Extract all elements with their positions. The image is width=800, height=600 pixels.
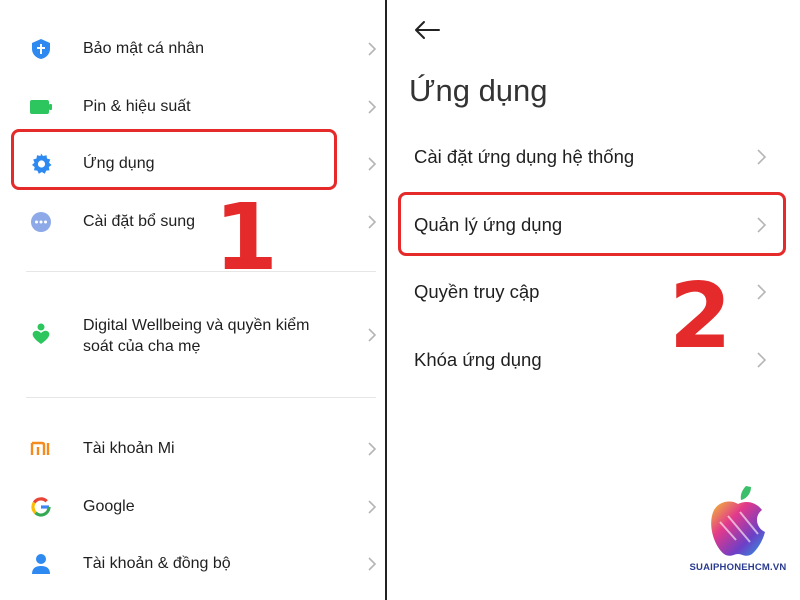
wellbeing-icon — [32, 323, 50, 344]
apps-item-label: Cài đặt ứng dụng hệ thống — [414, 146, 635, 167]
battery-icon — [30, 100, 52, 114]
apps-item-app-lock[interactable]: Khóa ứng dụng — [387, 338, 800, 382]
apps-item-permissions[interactable]: Quyền truy cập — [387, 270, 800, 314]
page-title: Ứng dụng — [409, 73, 548, 108]
chevron-right-icon — [368, 100, 377, 114]
settings-item-battery[interactable]: Pin & hiệu suất — [0, 95, 385, 119]
settings-item-accounts-sync[interactable]: Tài khoản & đồng bộ — [0, 552, 385, 576]
chevron-right-icon — [368, 42, 377, 56]
more-icon — [31, 212, 51, 232]
chevron-right-icon — [757, 284, 767, 300]
settings-item-privacy[interactable]: Bảo mật cá nhân — [0, 37, 385, 61]
settings-item-label: Tài khoản & đồng bộ — [83, 555, 231, 572]
wellbeing-label-line1: Digital Wellbeing và quyền kiểm — [83, 317, 310, 334]
chevron-right-icon — [368, 557, 377, 571]
apps-item-label: Quyền truy cập — [414, 281, 540, 302]
apple-logo-icon — [711, 486, 765, 556]
settings-item-additional[interactable]: Cài đặt bổ sung — [0, 210, 385, 234]
watermark-text: SUAIPHONEHCM.VN — [689, 562, 787, 573]
settings-item-label: Tài khoản Mi — [83, 440, 175, 457]
wellbeing-label-line2: soát của cha mẹ — [83, 338, 201, 355]
chevron-right-icon — [368, 328, 377, 342]
google-logo-icon — [31, 497, 51, 517]
settings-item-label: Cài đặt bổ sung — [83, 213, 196, 230]
chevron-right-icon — [757, 149, 767, 165]
step-1-number: 1 — [214, 184, 279, 291]
settings-item-digital-wellbeing[interactable]: Digital Wellbeing và quyền kiểm soát của… — [0, 313, 385, 357]
settings-item-mi-account[interactable]: Tài khoản Mi — [0, 437, 385, 461]
settings-item-label: Bảo mật cá nhân — [83, 40, 204, 57]
chevron-right-icon — [368, 442, 377, 456]
back-arrow-icon[interactable] — [414, 20, 440, 40]
settings-item-label: Google — [83, 498, 135, 515]
section-divider — [26, 397, 376, 398]
step-2-number: 2 — [669, 264, 732, 369]
left-settings-panel: Bảo mật cá nhân Pin & hiệu suất Ứng dụng… — [0, 0, 385, 600]
section-divider — [26, 271, 376, 272]
chevron-right-icon — [757, 352, 767, 368]
mi-logo-icon — [30, 441, 50, 455]
chevron-right-icon — [368, 500, 377, 514]
watermark: SUAIPHONEHCM.VN — [676, 476, 800, 600]
apps-item-system-app-settings[interactable]: Cài đặt ứng dụng hệ thống — [387, 135, 800, 179]
chevron-right-icon — [368, 215, 377, 229]
user-icon — [32, 554, 50, 574]
step-1-highlight — [11, 129, 337, 190]
settings-item-label: Pin & hiệu suất — [83, 98, 191, 115]
chevron-right-icon — [368, 157, 377, 171]
shield-icon — [32, 39, 50, 59]
step-2-highlight — [398, 192, 786, 256]
apps-item-label: Khóa ứng dụng — [414, 349, 542, 370]
settings-item-google[interactable]: Google — [0, 495, 385, 519]
